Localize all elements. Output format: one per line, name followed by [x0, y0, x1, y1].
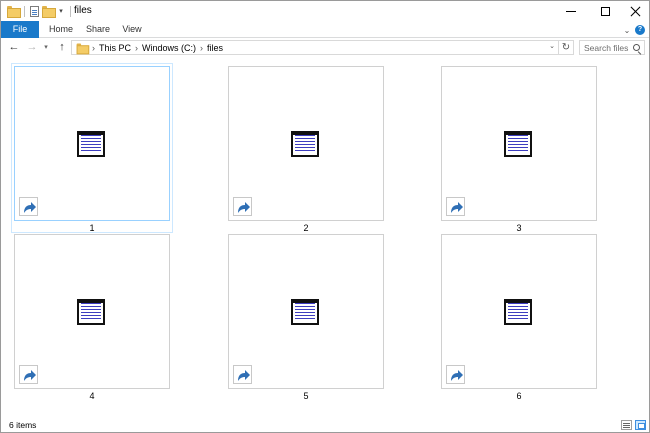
shortcut-arrow-icon: [19, 197, 38, 216]
file-name: 6: [516, 391, 522, 401]
file-name: 1: [89, 223, 95, 233]
ribbon-tabs: File Home Share View ⌄ ?: [1, 21, 649, 38]
tab-file[interactable]: File: [1, 21, 39, 38]
forward-arrow-icon[interactable]: →: [25, 40, 39, 55]
shortcut-arrow-icon: [233, 197, 252, 216]
address-history-chevron-icon[interactable]: ⌄: [549, 42, 555, 50]
text-document-icon: [504, 131, 532, 157]
new-folder-icon[interactable]: [42, 6, 56, 18]
file-thumbnail: [441, 234, 597, 389]
recent-locations-chevron-icon[interactable]: ▾: [41, 40, 51, 55]
back-arrow-icon[interactable]: ←: [7, 40, 21, 55]
properties-icon[interactable]: [30, 5, 39, 17]
text-document-icon: [77, 299, 105, 325]
explorer-window: ▾ files File Home Share View ⌄ ? ← → ▾ ↑…: [0, 0, 650, 433]
details-view-icon[interactable]: [621, 420, 632, 430]
shortcut-arrow-icon: [446, 197, 465, 216]
item-count: 6 items: [9, 420, 37, 430]
file-thumbnail: [228, 66, 384, 221]
file-name: 4: [89, 391, 95, 401]
file-thumbnail: [14, 234, 170, 389]
close-button[interactable]: [621, 1, 649, 21]
file-name: 3: [516, 223, 522, 233]
quick-access-toolbar: ▾: [7, 4, 73, 18]
navigation-bar: ← → ▾ ↑ › This PC › Windows (C:) › files…: [1, 38, 649, 57]
title-bar: ▾ files: [1, 1, 649, 21]
maximize-button[interactable]: [591, 1, 619, 21]
maximize-icon: [600, 6, 610, 16]
toolbar-divider: [70, 5, 71, 17]
breadcrumb-chevron-icon[interactable]: ›: [200, 43, 203, 53]
shortcut-arrow-icon: [446, 365, 465, 384]
customize-toolbar-chevron-icon[interactable]: ▾: [57, 7, 65, 15]
help-icon: ?: [635, 25, 645, 35]
text-document-icon: [77, 131, 105, 157]
large-icons-view-icon[interactable]: [635, 420, 646, 430]
breadcrumb-files[interactable]: files: [207, 43, 223, 53]
expand-ribbon-chevron-icon[interactable]: ⌄: [621, 24, 633, 36]
file-thumbnail: [441, 66, 597, 221]
text-document-icon: [291, 131, 319, 157]
address-bar[interactable]: › This PC › Windows (C:) › files ⌄: [71, 40, 559, 55]
file-thumbnail: [14, 66, 170, 221]
file-list: 1 2 3 4 5 6: [1, 58, 649, 418]
tab-share[interactable]: Share: [81, 21, 115, 38]
toolbar-divider: [24, 5, 25, 17]
help-button[interactable]: ?: [634, 24, 646, 36]
breadcrumb-chevron-icon[interactable]: ›: [135, 43, 138, 53]
refresh-icon[interactable]: ↻: [559, 40, 574, 55]
file-name: 5: [303, 391, 309, 401]
search-input[interactable]: Search files: [584, 43, 628, 53]
status-bar: 6 items: [1, 418, 649, 432]
breadcrumb-chevron-icon[interactable]: ›: [92, 43, 95, 53]
file-thumbnail: [228, 234, 384, 389]
minimize-icon: [566, 10, 576, 12]
breadcrumb-windows-c[interactable]: Windows (C:): [142, 43, 196, 53]
search-box[interactable]: Search files: [579, 40, 645, 55]
shortcut-arrow-icon: [233, 365, 252, 384]
text-document-icon: [504, 299, 532, 325]
tab-view[interactable]: View: [117, 21, 147, 38]
close-icon: [630, 6, 641, 17]
up-arrow-icon[interactable]: ↑: [55, 40, 69, 55]
minimize-button[interactable]: [557, 1, 585, 21]
tab-home[interactable]: Home: [44, 21, 78, 38]
search-icon: [633, 44, 640, 51]
location-folder-icon: [76, 43, 90, 54]
file-name: 2: [303, 223, 309, 233]
breadcrumb-this-pc[interactable]: This PC: [99, 43, 131, 53]
window-title: files: [74, 5, 92, 16]
folder-icon[interactable]: [7, 6, 21, 18]
text-document-icon: [291, 299, 319, 325]
shortcut-arrow-icon: [19, 365, 38, 384]
